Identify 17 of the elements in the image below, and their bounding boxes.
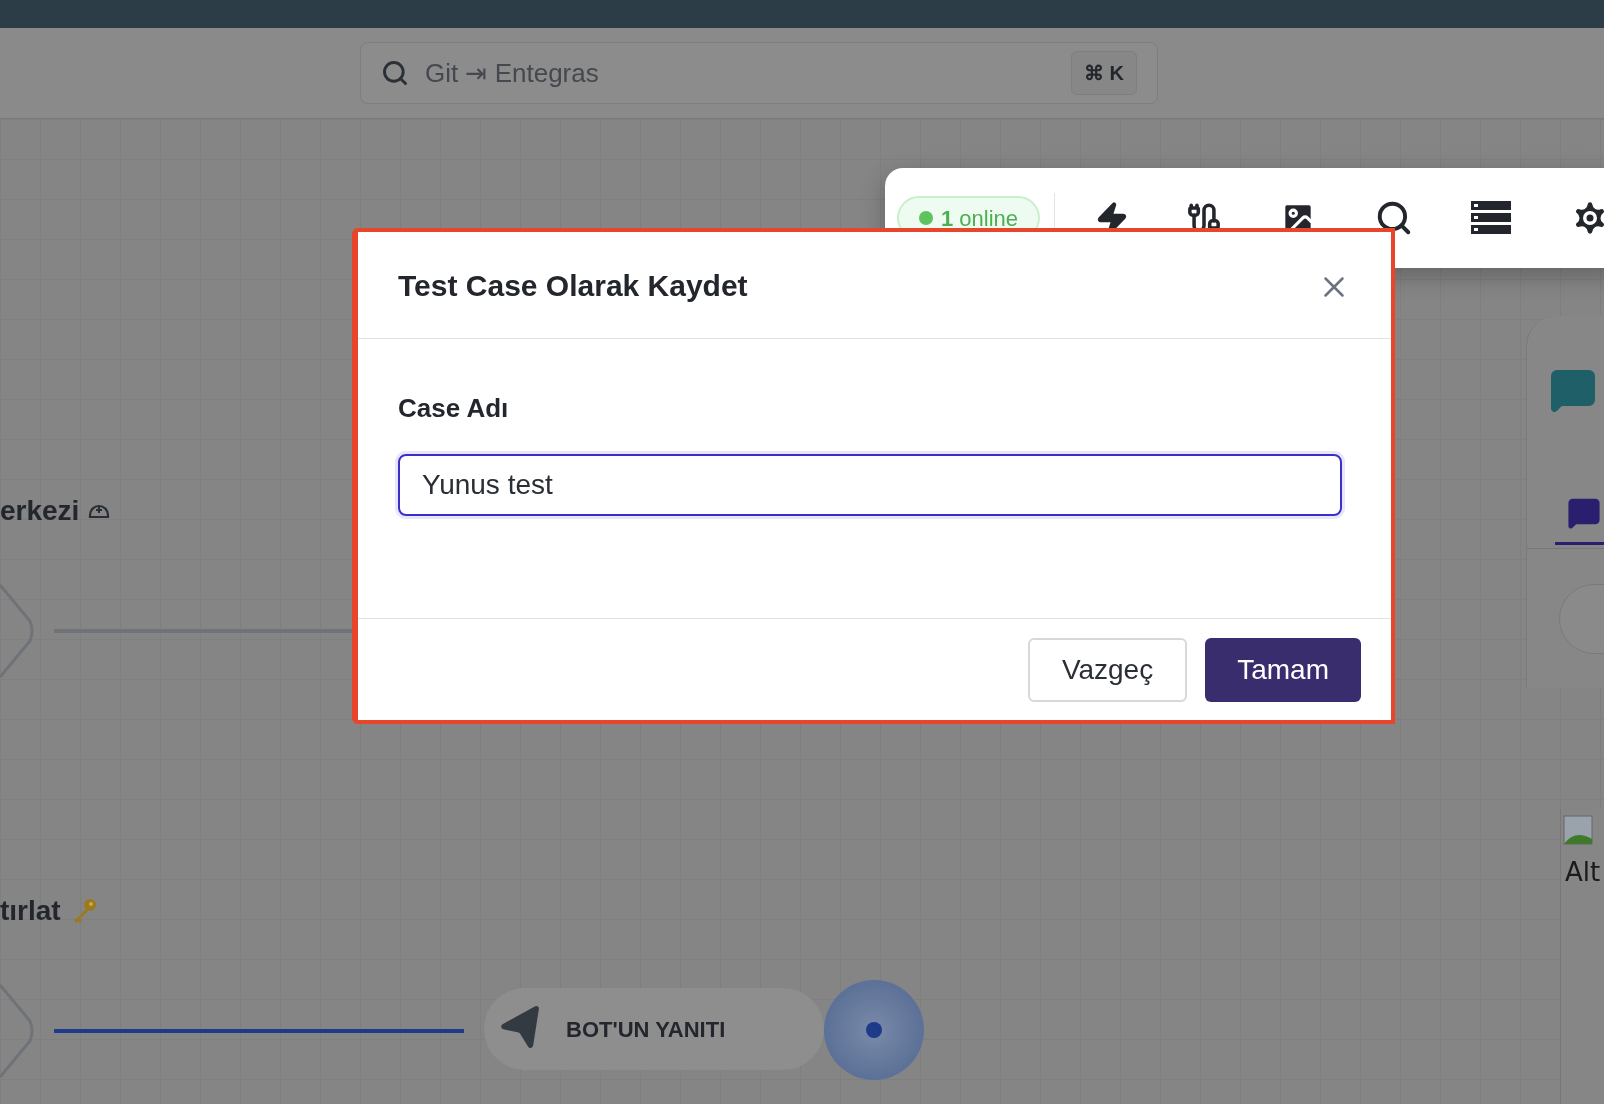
ok-button[interactable]: Tamam [1205,637,1361,702]
image-alt-text: Alt [1565,856,1601,889]
shortcut-key: ⌘ K [1071,51,1137,95]
cancel-button[interactable]: Vazgeç [1027,637,1188,702]
input-field[interactable]: Yunus test [398,454,1342,516]
field-label: Case Adı [398,392,510,425]
dialog-title: Test Case Olarak Kaydet [398,267,748,304]
broken-image-icon [1563,815,1595,847]
search-icon [381,59,409,87]
search-field[interactable]: Git ⇥ Entegras [425,53,1071,93]
flow-title: tırlat [0,894,61,928]
search-bar[interactable]: Git ⇥ Entegras ⌘ K [360,42,1158,104]
flow-title: erkezi [0,494,80,528]
list-icon[interactable] [1471,201,1512,235]
node-title: BOT'UN YANITI [566,1015,726,1044]
chat-tab[interactable] [1567,496,1601,530]
flow-node[interactable]: BOT'UN YANITI [484,988,824,1070]
